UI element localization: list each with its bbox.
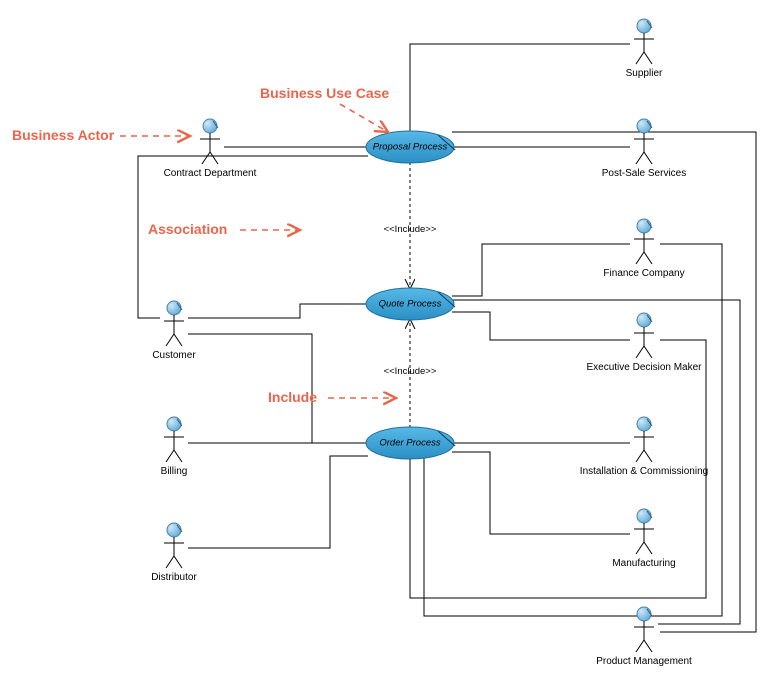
actor-contract-label: Contract Department [164,168,257,179]
actor-customer-label: Customer [152,350,196,361]
actor-customer: Customer [152,301,196,361]
legend-association: Association [148,221,227,237]
assoc-exec-quote [452,312,630,340]
actor-supplier: Supplier [626,19,663,79]
actor-install-label: Installation & Commissioning [580,466,708,477]
actor-distributor-label: Distributor [151,572,197,583]
assoc-supplier-proposal [410,44,630,132]
legend: Business Actor Business Use Case Associa… [12,85,396,405]
legend-include: Include [268,389,317,405]
usecase-order: Order Process [366,427,455,459]
actor-finance: Finance Company [603,219,684,279]
actor-exec: Executive Decision Maker [586,313,702,373]
usecase-proposal: Proposal Process [366,131,455,163]
assoc-customer-proposal [138,156,368,318]
usecase-proposal-label: Proposal Process [373,142,448,153]
actor-exec-label: Executive Decision Maker [586,362,702,373]
usecase-diagram: <<Include>> <<Include>> Proposal Process… [0,0,768,684]
assoc-mfg-order [452,452,630,534]
usecase-quote: Quote Process [366,288,455,320]
actor-billing: Billing [161,417,188,477]
include-label-2: <<Include>> [384,366,437,377]
assoc-distributor-order [188,456,368,548]
assoc-pm-quote [452,300,740,624]
legend-arrow-usecase [340,104,388,132]
associations [138,44,756,632]
actor-mfg: Manufacturing [612,509,675,569]
assoc-customer-quote [188,304,368,318]
actor-pm-label: Product Management [596,656,692,667]
usecase-quote-label: Quote Process [379,299,442,310]
actor-billing-label: Billing [161,466,188,477]
assoc-pm-proposal [452,132,756,632]
actor-distributor: Distributor [151,523,197,583]
usecase-order-label: Order Process [379,438,440,449]
actor-finance-label: Finance Company [603,268,684,279]
include-label-1: <<Include>> [384,224,437,235]
actor-postsale: Post-Sale Services [602,119,686,179]
actor-supplier-label: Supplier [626,68,663,79]
legend-business-actor: Business Actor [12,127,115,143]
actor-install: Installation & Commissioning [580,417,708,477]
actor-mfg-label: Manufacturing [612,558,675,569]
legend-business-usecase: Business Use Case [260,85,389,101]
actor-postsale-label: Post-Sale Services [602,168,686,179]
actor-contract: Contract Department [164,119,257,179]
